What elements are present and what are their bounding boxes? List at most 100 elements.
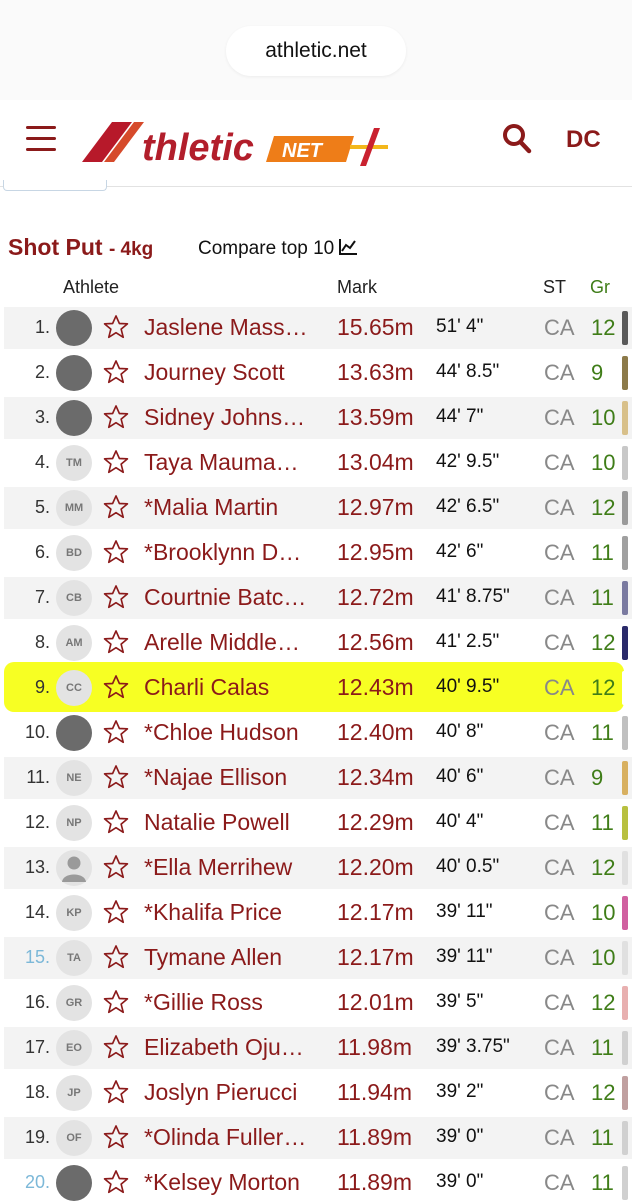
school-logo-fragment[interactable] [622, 491, 628, 525]
school-logo-fragment[interactable] [622, 401, 628, 435]
school-logo-fragment[interactable] [622, 311, 628, 345]
table-row[interactable]: 4. TM Taya Mauma… 13.04m 42' 9.5" CA 10 [4, 442, 632, 484]
athlete-name-link[interactable]: Tymane Allen [144, 944, 282, 971]
athlete-name-link[interactable]: Courtnie Batc… [144, 584, 306, 611]
table-row[interactable]: 2. Journey Scott 13.63m 44' 8.5" CA 9 [4, 352, 632, 394]
athlete-name-link[interactable]: Arelle Middle… [144, 629, 300, 656]
school-logo-fragment[interactable] [622, 1121, 628, 1155]
mark-link[interactable]: 11.94m [337, 1079, 412, 1106]
table-row[interactable]: 10. *Chloe Hudson 12.40m 40' 8" CA 11 [4, 712, 632, 754]
mark-link[interactable]: 12.97m [337, 494, 414, 521]
favorite-star-icon[interactable] [102, 358, 130, 386]
athlete-name-link[interactable]: Elizabeth Oju… [144, 1034, 304, 1061]
athlete-name-link[interactable]: Charli Calas [144, 674, 269, 701]
school-logo-fragment[interactable] [622, 1166, 628, 1200]
athlete-name-link[interactable]: *Malia Martin [144, 494, 278, 521]
school-logo-fragment[interactable] [622, 1031, 628, 1065]
school-logo-fragment[interactable] [622, 896, 628, 930]
url-bar[interactable]: athletic.net [226, 26, 406, 76]
favorite-star-icon[interactable] [102, 763, 130, 791]
mark-link[interactable]: 11.98m [337, 1034, 412, 1061]
mark-link[interactable]: 11.89m [337, 1124, 412, 1151]
school-logo-fragment[interactable] [622, 941, 628, 975]
school-logo-fragment[interactable] [622, 761, 628, 795]
compare-top-10-link[interactable]: Compare top 10 [198, 238, 358, 260]
table-row[interactable]: 18. JP Joslyn Pierucci 11.94m 39' 2" CA 12 [4, 1072, 632, 1114]
school-logo-fragment[interactable] [622, 851, 628, 885]
mark-link[interactable]: 12.72m [337, 584, 414, 611]
table-row[interactable]: 5. MM *Malia Martin 12.97m 42' 6.5" CA 12 [4, 487, 632, 529]
school-logo-fragment[interactable] [622, 356, 628, 390]
athletic-net-logo[interactable]: thletic NET [78, 114, 398, 170]
school-logo-fragment[interactable] [622, 716, 628, 750]
table-row[interactable]: 13. *Ella Merrihew 12.20m 40' 0.5" CA 12 [4, 847, 632, 889]
mark-link[interactable]: 12.95m [337, 539, 414, 566]
mark-link[interactable]: 12.56m [337, 629, 414, 656]
table-row[interactable]: 12. NP Natalie Powell 12.29m 40' 4" CA 11 [4, 802, 632, 844]
mark-link[interactable]: 12.40m [337, 719, 414, 746]
favorite-star-icon[interactable] [102, 1123, 130, 1151]
athlete-name-link[interactable]: *Chloe Hudson [144, 719, 299, 746]
favorite-star-icon[interactable] [102, 628, 130, 656]
mark-link[interactable]: 15.65m [337, 314, 414, 341]
table-row[interactable]: 11. NE *Najae Ellison 12.34m 40' 6" CA 9 [4, 757, 632, 799]
athlete-name-link[interactable]: *Kelsey Morton [144, 1169, 300, 1196]
table-row[interactable]: 1. Jaslene Mass… 15.65m 51' 4" CA 12 [4, 307, 632, 349]
athlete-name-link[interactable]: Natalie Powell [144, 809, 290, 836]
table-row[interactable]: 6. BD *Brooklynn D… 12.95m 42' 6" CA 11 [4, 532, 632, 574]
school-logo-fragment[interactable] [622, 446, 628, 480]
favorite-star-icon[interactable] [102, 853, 130, 881]
mark-link[interactable]: 13.63m [337, 359, 414, 386]
athlete-name-link[interactable]: *Khalifa Price [144, 899, 282, 926]
mark-link[interactable]: 12.17m [337, 899, 414, 926]
mark-link[interactable]: 13.59m [337, 404, 414, 431]
favorite-star-icon[interactable] [102, 583, 130, 611]
favorite-star-icon[interactable] [102, 313, 130, 341]
mark-link[interactable]: 12.17m [337, 944, 414, 971]
athlete-name-link[interactable]: Joslyn Pierucci [144, 1079, 297, 1106]
mark-link[interactable]: 12.34m [337, 764, 414, 791]
athlete-name-link[interactable]: *Olinda Fuller… [144, 1124, 306, 1151]
table-row[interactable]: 3. Sidney Johns… 13.59m 44' 7" CA 10 [4, 397, 632, 439]
mark-link[interactable]: 12.43m [337, 674, 414, 701]
table-row[interactable]: 14. KP *Khalifa Price 12.17m 39' 11" CA 10 [4, 892, 632, 934]
column-header-mark[interactable]: Mark [337, 277, 377, 298]
column-header-state[interactable]: ST [543, 277, 566, 298]
school-logo-fragment[interactable] [622, 581, 628, 615]
favorite-star-icon[interactable] [102, 538, 130, 566]
favorite-star-icon[interactable] [102, 898, 130, 926]
favorite-star-icon[interactable] [102, 988, 130, 1016]
mark-link[interactable]: 12.29m [337, 809, 414, 836]
athlete-name-link[interactable]: *Ella Merrihew [144, 854, 292, 881]
favorite-star-icon[interactable] [102, 493, 130, 521]
athlete-name-link[interactable]: *Brooklynn D… [144, 539, 301, 566]
favorite-star-icon[interactable] [102, 673, 130, 701]
mark-link[interactable]: 11.89m [337, 1169, 412, 1196]
column-header-grade[interactable]: Gr [590, 277, 610, 298]
school-logo-fragment[interactable] [622, 671, 628, 705]
athlete-name-link[interactable]: Journey Scott [144, 359, 285, 386]
athlete-name-link[interactable]: Sidney Johns… [144, 404, 305, 431]
table-row[interactable]: 15. TA Tymane Allen 12.17m 39' 11" CA 10 [4, 937, 632, 979]
favorite-star-icon[interactable] [102, 403, 130, 431]
favorite-star-icon[interactable] [102, 1168, 130, 1196]
school-logo-fragment[interactable] [622, 806, 628, 840]
favorite-star-icon[interactable] [102, 448, 130, 476]
favorite-star-icon[interactable] [102, 943, 130, 971]
athlete-name-link[interactable]: Jaslene Mass… [144, 314, 308, 341]
athlete-name-link[interactable]: Taya Mauma… [144, 449, 299, 476]
table-row[interactable]: 17. EO Elizabeth Oju… 11.98m 39' 3.75" CA 11 [4, 1027, 632, 1069]
table-row[interactable]: 19. OF *Olinda Fuller… 11.89m 39' 0" CA 11 [4, 1117, 632, 1159]
mark-link[interactable]: 13.04m [337, 449, 414, 476]
hamburger-menu-icon[interactable] [26, 126, 56, 152]
favorite-star-icon[interactable] [102, 1033, 130, 1061]
school-logo-fragment[interactable] [622, 1076, 628, 1110]
mark-link[interactable]: 12.20m [337, 854, 414, 881]
favorite-star-icon[interactable] [102, 718, 130, 746]
school-logo-fragment[interactable] [622, 986, 628, 1020]
mark-link[interactable]: 12.01m [337, 989, 414, 1016]
school-logo-fragment[interactable] [622, 626, 628, 660]
favorite-star-icon[interactable] [102, 808, 130, 836]
user-initials-button[interactable]: DC [566, 126, 601, 154]
table-row[interactable]: 7. CB Courtnie Batc… 12.72m 41' 8.75" CA 11 [4, 577, 632, 619]
